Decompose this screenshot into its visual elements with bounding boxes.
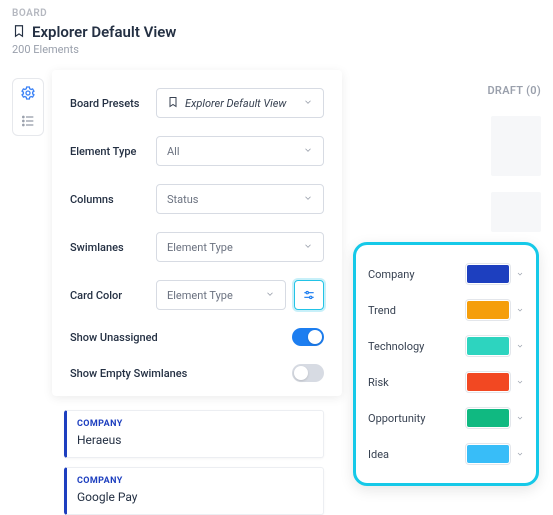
tab-draft[interactable]: DRAFT (0)	[487, 84, 541, 97]
chevron-down-icon[interactable]	[516, 339, 524, 353]
select-element-type[interactable]: All	[156, 136, 324, 166]
card-title: Google Pay	[77, 490, 313, 504]
chevron-down-icon[interactable]	[516, 267, 524, 281]
label-show-unassigned: Show Unassigned	[70, 331, 158, 344]
color-row: Opportunity	[368, 403, 524, 433]
label-swimlanes: Swimlanes	[70, 241, 156, 254]
label-card-color: Card Color	[70, 289, 156, 302]
board-card[interactable]: COMPANY Heraeus	[64, 410, 324, 458]
select-value: Element Type	[167, 241, 233, 254]
column-placeholder	[491, 116, 541, 176]
select-board-presets[interactable]: Explorer Default View	[156, 88, 324, 118]
column-placeholder	[491, 192, 541, 232]
color-row: Company	[368, 259, 524, 289]
label-element-type: Element Type	[70, 145, 156, 158]
board-card[interactable]: COMPANY Google Pay	[64, 467, 324, 515]
board-settings-panel: Board Presets Explorer Default View Elem…	[52, 70, 342, 396]
label-show-empty-swimlanes: Show Empty Swimlanes	[70, 367, 187, 380]
bookmark-icon	[12, 24, 26, 41]
color-swatch[interactable]	[466, 264, 510, 284]
color-swatch[interactable]	[466, 372, 510, 392]
color-label: Risk	[368, 376, 389, 389]
color-row: Technology	[368, 331, 524, 361]
color-row: Risk	[368, 367, 524, 397]
color-label: Company	[368, 268, 415, 281]
select-columns[interactable]: Status	[156, 184, 324, 214]
color-label: Technology	[368, 340, 424, 353]
page-title: Explorer Default View	[32, 23, 176, 41]
chevron-down-icon	[303, 193, 313, 206]
chevron-down-icon[interactable]	[516, 411, 524, 425]
label-board-presets: Board Presets	[70, 97, 156, 110]
color-swatch[interactable]	[466, 336, 510, 356]
bookmark-icon	[167, 96, 179, 111]
color-label: Opportunity	[368, 412, 425, 425]
select-value: All	[167, 145, 180, 158]
chevron-down-icon	[303, 241, 313, 254]
select-value: Element Type	[167, 289, 233, 302]
toggle-show-empty-swimlanes[interactable]	[292, 364, 324, 382]
element-count: 200 Elements	[12, 43, 541, 56]
color-swatch[interactable]	[466, 444, 510, 464]
select-value: Explorer Default View	[185, 97, 286, 110]
color-row: Trend	[368, 295, 524, 325]
card-color-popover: Company Trend Technology Risk Opportunity Ide…	[353, 242, 539, 486]
chevron-down-icon[interactable]	[516, 447, 524, 461]
breadcrumb: BOARD	[12, 8, 541, 19]
select-card-color[interactable]: Element Type	[156, 280, 286, 310]
card-type-badge: COMPANY	[77, 419, 313, 429]
chevron-down-icon	[265, 289, 275, 302]
list-icon[interactable]	[20, 113, 36, 129]
view-toolbar	[12, 78, 44, 136]
color-label: Idea	[368, 448, 389, 461]
toggle-show-unassigned[interactable]	[292, 328, 324, 346]
card-title: Heraeus	[77, 433, 313, 447]
gear-icon[interactable]	[20, 85, 36, 101]
chevron-down-icon	[303, 97, 313, 110]
color-swatch[interactable]	[466, 408, 510, 428]
color-label: Trend	[368, 304, 396, 317]
color-swatch[interactable]	[466, 300, 510, 320]
color-row: Idea	[368, 439, 524, 469]
label-columns: Columns	[70, 193, 156, 206]
select-value: Status	[167, 193, 198, 206]
chevron-down-icon	[303, 145, 313, 158]
card-type-badge: COMPANY	[77, 476, 313, 486]
chevron-down-icon[interactable]	[516, 303, 524, 317]
sliders-icon[interactable]	[294, 280, 324, 310]
chevron-down-icon[interactable]	[516, 375, 524, 389]
select-swimlanes[interactable]: Element Type	[156, 232, 324, 262]
